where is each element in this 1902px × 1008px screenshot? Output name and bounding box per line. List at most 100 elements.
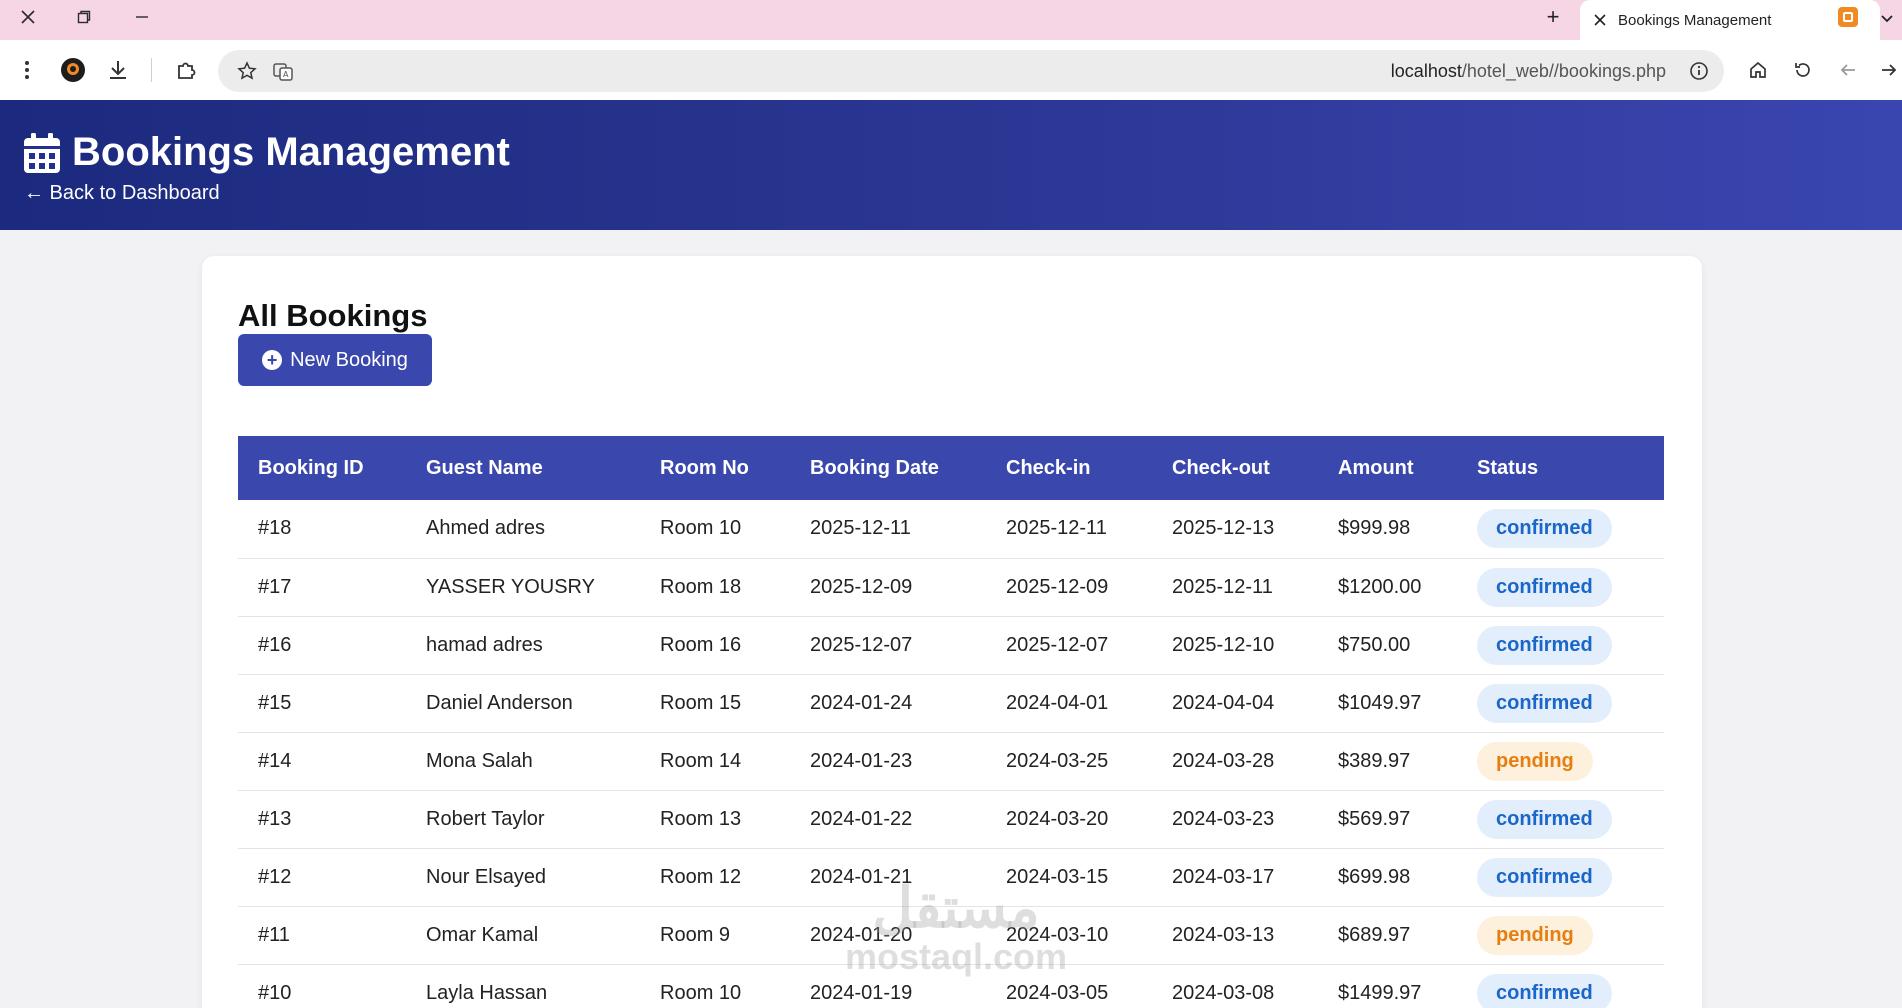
- browser-tab[interactable]: Bookings Management: [1580, 0, 1880, 40]
- cell-guest-name: Mona Salah: [406, 732, 640, 791]
- cell-check-in: 2024-03-20: [986, 790, 1152, 849]
- cell-booking-id: #12: [238, 848, 406, 907]
- download-icon: [110, 61, 126, 79]
- cell-status: confirmed: [1457, 674, 1664, 733]
- cell-booking-date: 2024-01-20: [790, 906, 986, 965]
- site-info-button[interactable]: [1684, 56, 1714, 86]
- cell-check-out: 2024-03-08: [1152, 964, 1318, 1008]
- table-row: #10 Layla Hassan Room 10 2024-01-19 2024…: [238, 964, 1664, 1008]
- cell-booking-date: 2024-01-22: [790, 790, 986, 849]
- cell-guest-name: Nour Elsayed: [406, 848, 640, 907]
- cell-check-out: 2025-12-11: [1152, 558, 1318, 617]
- restore-icon: [77, 10, 91, 24]
- translate-icon: A: [273, 63, 293, 81]
- status-badge: confirmed: [1477, 799, 1612, 839]
- profile-button[interactable]: [58, 55, 88, 85]
- cell-check-out: 2025-12-13: [1152, 500, 1318, 559]
- column-header-room-no: Room No: [660, 456, 749, 479]
- address-bar[interactable]: A localhost/hotel_web//bookings.php: [218, 50, 1724, 92]
- cell-room-no: Room 10: [640, 500, 790, 559]
- cell-check-in: 2024-03-25: [986, 732, 1152, 791]
- back-arrow-icon: [1840, 64, 1855, 76]
- forward-button[interactable]: [1874, 55, 1902, 85]
- window-minimize-button[interactable]: [120, 0, 164, 34]
- browser-menu-button[interactable]: [12, 55, 42, 85]
- cell-booking-date: 2024-01-19: [790, 964, 986, 1008]
- window-close-button[interactable]: [6, 0, 50, 34]
- table-row: #14 Mona Salah Room 14 2024-01-23 2024-0…: [238, 732, 1664, 791]
- bookings-card: All Bookings + New Booking Booking ID Gu…: [202, 256, 1702, 1008]
- column-header-booking-date: Booking Date: [810, 456, 939, 479]
- table-header-row: Booking ID Guest Name Room No Booking Da…: [238, 436, 1664, 500]
- cell-room-no: Room 18: [640, 558, 790, 617]
- cell-guest-name: YASSER YOUSRY: [406, 558, 640, 617]
- table-row: #15 Daniel Anderson Room 15 2024-01-24 2…: [238, 674, 1664, 733]
- cell-status: confirmed: [1457, 964, 1664, 1008]
- url-path: /hotel_web//bookings.php: [1461, 61, 1666, 81]
- toolbar-divider: [151, 58, 152, 82]
- cell-booking-id: #15: [238, 674, 406, 733]
- status-badge: confirmed: [1477, 973, 1612, 1008]
- forward-arrow-icon: [1882, 64, 1897, 76]
- cell-amount: $1499.97: [1318, 964, 1457, 1008]
- star-icon: [237, 61, 257, 80]
- cell-room-no: Room 15: [640, 674, 790, 733]
- cell-room-no: Room 10: [640, 964, 790, 1008]
- bookmark-star-button[interactable]: [232, 56, 262, 86]
- home-button[interactable]: [1743, 55, 1773, 85]
- browser-toolbar: A localhost/hotel_web//bookings.php: [0, 40, 1902, 100]
- extensions-button[interactable]: [171, 55, 201, 85]
- column-header-check-out: Check-out: [1172, 456, 1270, 479]
- home-icon: [1750, 61, 1766, 78]
- cell-check-in: 2024-03-05: [986, 964, 1152, 1008]
- new-tab-button[interactable]: +: [1536, 2, 1570, 32]
- cell-check-in: 2025-12-09: [986, 558, 1152, 617]
- minimize-icon: [136, 16, 148, 18]
- cell-room-no: Room 12: [640, 848, 790, 907]
- back-button[interactable]: [1833, 55, 1863, 85]
- page-title: Bookings Management: [72, 130, 510, 174]
- tab-list-button[interactable]: [1872, 4, 1902, 32]
- cell-amount: $569.97: [1318, 790, 1457, 849]
- cell-booking-id: #11: [238, 906, 406, 965]
- status-badge: confirmed: [1477, 683, 1612, 723]
- new-booking-button[interactable]: + New Booking: [238, 334, 432, 386]
- info-icon: [1690, 62, 1708, 80]
- downloads-button[interactable]: [103, 55, 133, 85]
- window-restore-button[interactable]: [62, 0, 106, 34]
- url-host: localhost: [1390, 61, 1462, 81]
- cell-check-in: 2025-12-07: [986, 616, 1152, 675]
- cell-guest-name: hamad adres: [406, 616, 640, 675]
- column-header-status: Status: [1477, 456, 1539, 479]
- column-header-booking-id: Booking ID: [258, 456, 364, 479]
- back-to-dashboard-link[interactable]: ← Back to Dashboard: [24, 182, 220, 205]
- cell-room-no: Room 14: [640, 732, 790, 791]
- cell-check-in: 2024-04-01: [986, 674, 1152, 733]
- cell-booking-id: #17: [238, 558, 406, 617]
- cell-status: confirmed: [1457, 500, 1664, 559]
- table-row: #12 Nour Elsayed Room 12 2024-01-21 2024…: [238, 848, 1664, 907]
- cell-status: confirmed: [1457, 790, 1664, 849]
- table-row: #11 Omar Kamal Room 9 2024-01-20 2024-03…: [238, 906, 1664, 965]
- url-text: localhost/hotel_web//bookings.php: [1391, 50, 1666, 92]
- plus-circle-icon: +: [262, 350, 283, 370]
- cell-room-no: Room 9: [640, 906, 790, 965]
- cell-check-in: 2024-03-15: [986, 848, 1152, 907]
- column-header-guest-name: Guest Name: [426, 456, 543, 479]
- cell-amount: $689.97: [1318, 906, 1457, 965]
- status-badge: confirmed: [1477, 567, 1612, 607]
- cell-guest-name: Daniel Anderson: [406, 674, 640, 733]
- cell-booking-date: 2025-12-11: [790, 500, 986, 559]
- tab-close-icon[interactable]: [1594, 14, 1606, 26]
- cell-status: confirmed: [1457, 558, 1664, 617]
- table-row: #16 hamad adres Room 16 2025-12-07 2025-…: [238, 616, 1664, 675]
- cell-check-in: 2024-03-10: [986, 906, 1152, 965]
- reload-button[interactable]: [1788, 55, 1818, 85]
- status-badge: confirmed: [1477, 625, 1612, 665]
- cell-amount: $389.97: [1318, 732, 1457, 791]
- table-row: #13 Robert Taylor Room 13 2024-01-22 202…: [238, 790, 1664, 849]
- status-badge: confirmed: [1477, 509, 1612, 549]
- tab-favicon-icon: [1838, 7, 1858, 27]
- status-badge: confirmed: [1477, 857, 1612, 897]
- translate-button[interactable]: A: [268, 56, 298, 86]
